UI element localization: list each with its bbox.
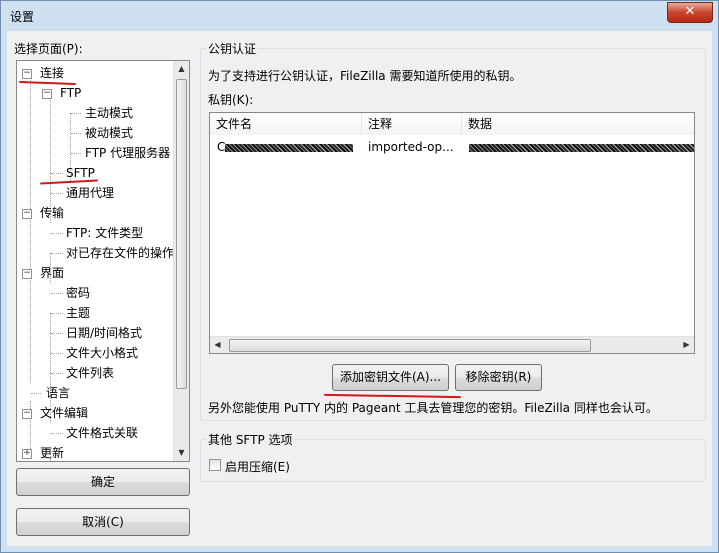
pageant-note: 另外您能使用 PuTTY 内的 Pageant 工具去管理您的密钥。FileZi… — [208, 401, 658, 415]
settings-dialog: 设置 ✕ 选择页面(P): − 连接 − FTP 主动模式 被动模式 FTP 代… — [0, 0, 719, 553]
collapse-icon[interactable]: − — [42, 89, 52, 99]
close-button[interactable]: ✕ — [667, 2, 713, 23]
pubkey-description: 为了支持进行公钥认证，FileZilla 需要知道所使用的私钥。 — [208, 69, 522, 83]
add-key-button[interactable]: 添加密钥文件(A)... — [332, 364, 449, 391]
tree-item-ftp-proxy[interactable]: FTP 代理服务器 — [85, 144, 170, 162]
tree-item-filesize-format[interactable]: 文件大小格式 — [66, 344, 138, 362]
column-header-filename[interactable]: 文件名 — [210, 113, 362, 135]
redacted-key-data — [469, 143, 694, 152]
scrollbar-thumb[interactable] — [229, 339, 591, 352]
tree-item-label: 连接 — [40, 66, 65, 80]
expand-icon[interactable]: + — [22, 449, 32, 459]
tree-item-label: 文件编辑 — [40, 406, 89, 420]
window-title: 设置 — [10, 10, 35, 24]
tree-item-datetime-format[interactable]: 日期/时间格式 — [66, 324, 142, 342]
tree-item-active-mode[interactable]: 主动模式 — [85, 104, 133, 122]
scroll-left-icon[interactable]: ◀ — [210, 337, 225, 353]
tree-item-label: 界面 — [40, 266, 65, 280]
list-horizontal-scrollbar[interactable]: ◀ ▶ — [210, 336, 694, 353]
page-select-label: 选择页面(P): — [14, 42, 83, 56]
tree-item-ftp-file-types[interactable]: FTP: 文件类型 — [66, 224, 143, 242]
compression-label[interactable]: 启用压缩(E) — [225, 458, 290, 475]
column-header-data[interactable]: 数据 — [462, 113, 694, 135]
remove-key-button[interactable]: 移除密钥(R) — [455, 364, 542, 391]
tree-item-label: 更新 — [40, 446, 65, 460]
private-keys-list[interactable]: 文件名 注释 数据 C imported-op... ◀ ▶ — [209, 112, 695, 354]
dialog-client: 选择页面(P): − 连接 − FTP 主动模式 被动模式 FTP 代理服务器 … — [7, 31, 712, 546]
tree-item-generic-proxy[interactable]: 通用代理 — [66, 184, 114, 202]
tree-item-language[interactable]: 语言 — [46, 384, 70, 402]
tree-item-file-lists[interactable]: 文件列表 — [66, 364, 114, 382]
scrollbar-thumb[interactable] — [176, 79, 187, 389]
compression-checkbox[interactable] — [209, 459, 221, 471]
tree-item-passwords[interactable]: 密码 — [66, 284, 90, 302]
collapse-icon[interactable]: − — [22, 409, 32, 419]
collapse-icon[interactable]: − — [22, 269, 32, 279]
close-icon: ✕ — [684, 4, 696, 19]
scroll-down-icon[interactable]: ▼ — [174, 445, 189, 461]
collapse-icon[interactable]: − — [22, 69, 32, 79]
row-data[interactable] — [469, 137, 694, 157]
collapse-icon[interactable]: − — [22, 209, 32, 219]
tree-scrollbar[interactable]: ▲ ▼ — [173, 61, 189, 461]
title-bar: 设置 ✕ — [1, 1, 718, 31]
tree-item-label: FTP — [60, 86, 82, 100]
settings-tree[interactable]: − 连接 − FTP 主动模式 被动模式 FTP 代理服务器 SFTP 通用代理… — [16, 60, 190, 462]
scroll-right-icon[interactable]: ▶ — [679, 337, 694, 353]
redacted-filename — [225, 143, 354, 152]
tree-item-label: 传输 — [40, 206, 65, 220]
filename-prefix: C — [217, 140, 226, 154]
column-header-comment[interactable]: 注释 — [362, 113, 462, 135]
row-filename[interactable]: C — [217, 137, 360, 157]
private-keys-label: 私钥(K): — [208, 93, 254, 107]
cancel-button[interactable]: 取消(C) — [16, 508, 190, 536]
scroll-up-icon[interactable]: ▲ — [174, 61, 189, 77]
tree-item-passive-mode[interactable]: 被动模式 — [85, 124, 133, 142]
row-comment[interactable]: imported-op... — [368, 137, 460, 157]
pubkey-group-title: 公钥认证 — [206, 40, 259, 57]
ok-button[interactable]: 确定 — [16, 468, 190, 496]
tree-item-themes[interactable]: 主题 — [66, 304, 90, 322]
other-sftp-group-title: 其他 SFTP 选项 — [206, 431, 295, 448]
tree-item-filetype-associations[interactable]: 文件格式关联 — [66, 424, 138, 442]
tree-item-file-exists-action[interactable]: 对已存在文件的操作 — [66, 244, 174, 262]
